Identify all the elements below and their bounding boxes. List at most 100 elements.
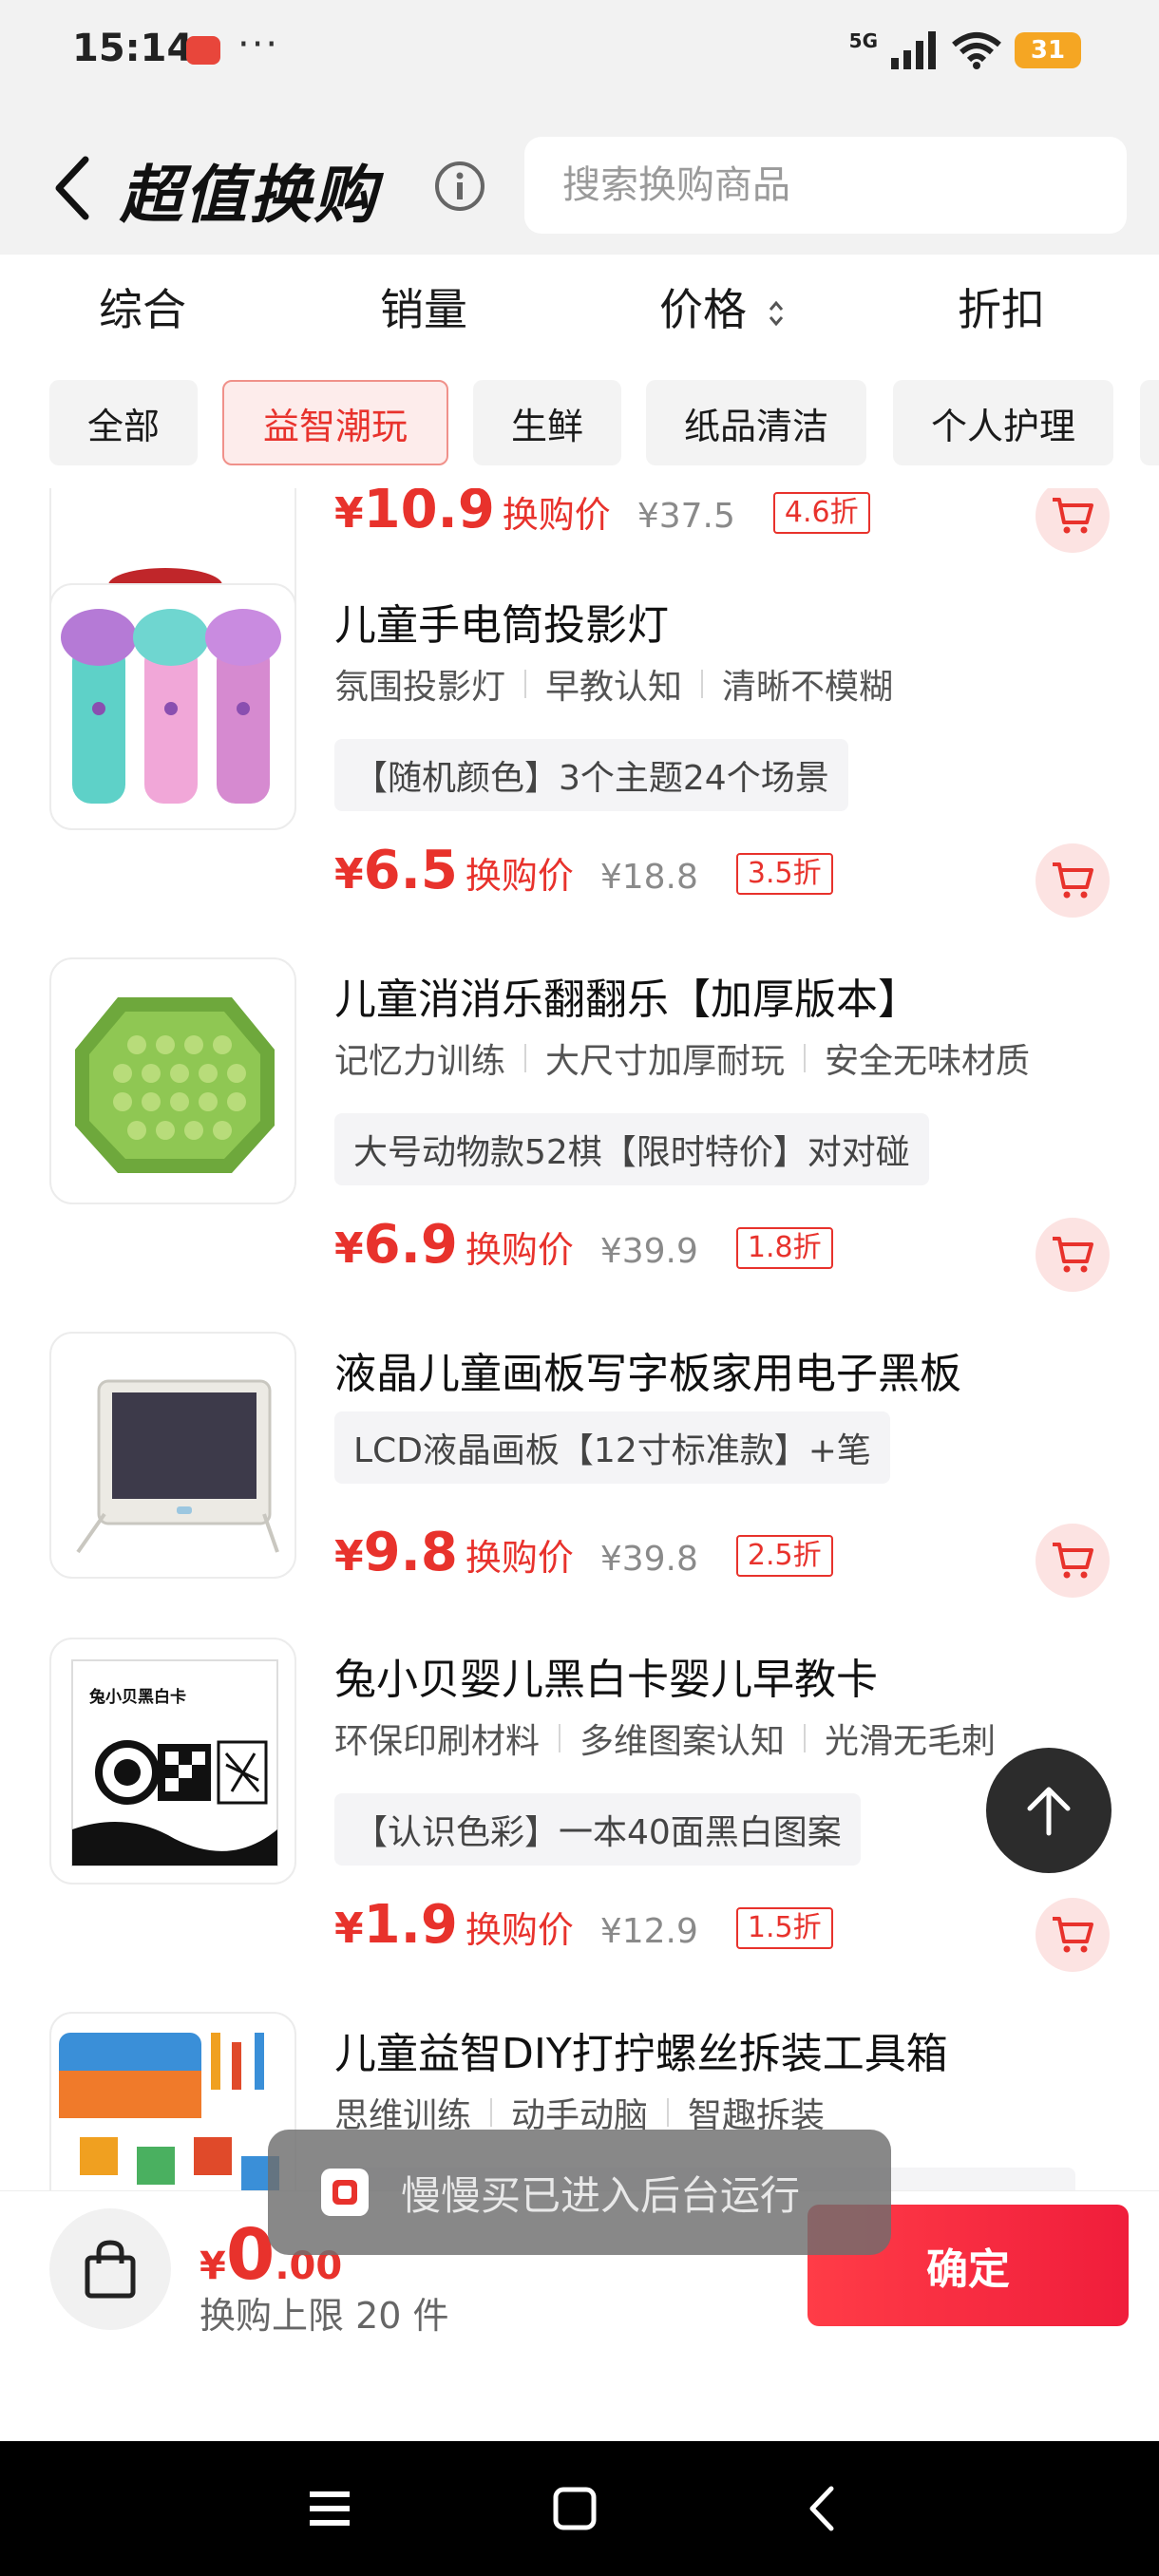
- status-icons: 5G 31: [849, 28, 1081, 72]
- price-currency: ¥: [334, 1904, 364, 1953]
- bag-button[interactable]: [49, 2208, 171, 2330]
- add-to-cart-button[interactable]: [1036, 1524, 1110, 1598]
- product-spec[interactable]: 【认识色彩】一本40面黑白图案: [334, 1793, 861, 1866]
- product-spec[interactable]: 【随机颜色】3个主题24个场景: [334, 739, 848, 811]
- battery-icon: 31: [1015, 32, 1081, 68]
- product-spec[interactable]: 大号动物款52棋【限时特价】对对碰: [334, 1113, 929, 1185]
- price-row: ¥ 9.8 换购价 ¥39.8 2.5折: [334, 1522, 833, 1588]
- product-tag: 大尺寸加厚耐玩: [545, 1042, 786, 1081]
- product-image: [49, 1332, 296, 1579]
- menu-button[interactable]: [296, 2475, 363, 2542]
- toast: 慢慢买已进入后台运行: [268, 2130, 891, 2255]
- product-image: [49, 2012, 296, 2190]
- price-value: 10.9: [363, 488, 495, 540]
- original-price: ¥39.9: [599, 1232, 698, 1271]
- total-currency: ¥: [200, 2245, 226, 2288]
- price-currency: ¥: [334, 489, 364, 538]
- search-input[interactable]: [524, 137, 1127, 234]
- sort-bar: 综合 销量 价格 折扣: [0, 255, 1159, 365]
- price-currency: ¥: [334, 1532, 364, 1581]
- product-name: 液晶儿童画板写字板家用电子黑板: [334, 1350, 961, 1398]
- add-to-cart-button[interactable]: [1036, 488, 1110, 553]
- toast-message: 慢慢买已进入后台运行: [401, 2171, 801, 2219]
- product-tag: 记忆力训练: [334, 1042, 506, 1081]
- sort-tab-discount[interactable]: 折扣: [958, 275, 1045, 338]
- product-spec[interactable]: LCD液晶画板【12寸标准款】+笔: [334, 1411, 890, 1484]
- price-value: 9.8: [363, 1522, 458, 1583]
- sort-tab-comprehensive[interactable]: 综合: [99, 275, 186, 338]
- product-tag: 早教认知: [545, 668, 683, 707]
- discount-badge: 2.5折: [735, 1535, 833, 1577]
- product-name: 儿童益智DIY打拧螺丝拆装工具箱: [334, 2030, 948, 2078]
- original-price: ¥12.9: [599, 1912, 698, 1951]
- signal-icon: [891, 31, 936, 69]
- more-notifications-icon: ···: [238, 23, 280, 66]
- original-price: ¥39.8: [599, 1540, 698, 1579]
- back-icon[interactable]: [48, 154, 101, 222]
- info-icon[interactable]: [433, 160, 486, 213]
- original-price: ¥18.8: [599, 858, 698, 897]
- category-chip-puzzle-toys[interactable]: 益智潮玩: [222, 380, 448, 465]
- network-type: 5G: [848, 29, 878, 52]
- category-chips: 全部 益智潮玩 生鲜 纸品清洁 个人护理: [0, 365, 1159, 488]
- price-currency: ¥: [334, 1224, 364, 1273]
- product-image: 兔小贝黑白卡: [49, 1638, 296, 1885]
- system-nav-bar: [0, 2441, 1159, 2576]
- purchase-limit: 换购上限 20 件: [200, 2295, 449, 2337]
- product-image: [49, 957, 296, 1204]
- nav-back-icon: [809, 2486, 834, 2531]
- product-tag: 多维图案认知: [580, 1722, 786, 1761]
- product-name: 儿童手电筒投影灯: [334, 601, 669, 650]
- product-name: 儿童消消乐翻翻乐【加厚版本】: [334, 975, 920, 1024]
- price-label: 换购价: [465, 1229, 574, 1271]
- product-tag: 环保印刷材料: [334, 1722, 541, 1761]
- product-tag: 光滑无毛刺: [825, 1722, 997, 1761]
- price-value: 6.5: [363, 840, 458, 901]
- page-title: 超值换购: [120, 159, 378, 232]
- sort-tab-sales[interactable]: 销量: [380, 275, 467, 338]
- price-label: 换购价: [465, 855, 574, 897]
- category-chip-all[interactable]: 全部: [49, 380, 198, 465]
- add-to-cart-button[interactable]: [1036, 843, 1110, 918]
- price-label: 换购价: [465, 1909, 574, 1951]
- cart-icon: [1053, 1917, 1093, 1953]
- product-name: 兔小贝婴儿黑白卡婴儿早教卡: [334, 1656, 878, 1704]
- add-to-cart-button[interactable]: [1036, 1898, 1110, 1972]
- sort-tab-price[interactable]: 价格: [659, 275, 786, 338]
- category-chip-personal-care[interactable]: 个人护理: [893, 380, 1113, 465]
- home-icon: [553, 2487, 597, 2530]
- product-tag: 清晰不模糊: [722, 668, 894, 707]
- home-button[interactable]: [542, 2475, 608, 2542]
- price-row: ¥ 10.9 换购价 ¥37.5 4.6折: [334, 488, 870, 545]
- sort-arrows-icon: [769, 300, 783, 326]
- original-price: ¥37.5: [636, 497, 735, 536]
- price-value: 1.9: [363, 1894, 458, 1956]
- cart-icon: [1053, 1543, 1093, 1579]
- add-to-cart-button[interactable]: [1036, 1218, 1110, 1292]
- shopping-bag-icon: [85, 2240, 136, 2299]
- scroll-to-top-button[interactable]: [986, 1748, 1112, 1873]
- price-row: ¥ 1.9 换购价 ¥12.9 1.5折: [334, 1894, 833, 1960]
- header: 超值换购: [0, 104, 1159, 255]
- discount-badge: 3.5折: [735, 853, 833, 895]
- app-icon: [321, 2169, 369, 2216]
- product-tags: 氛围投影灯 早教认知 清晰不模糊: [334, 659, 893, 709]
- cart-icon: [1053, 1237, 1093, 1273]
- product-image: [49, 583, 296, 830]
- price-label: 换购价: [502, 494, 611, 536]
- nav-back-button[interactable]: [788, 2475, 855, 2542]
- cart-icon: [1053, 862, 1093, 899]
- category-chip-paper-cleaning[interactable]: 纸品清洁: [646, 380, 866, 465]
- product-list[interactable]: ¥ 10.9 换购价 ¥37.5 4.6折 儿童手电筒投影灯 氛围投影灯 早教认…: [0, 488, 1159, 2190]
- category-chip-fresh[interactable]: 生鲜: [473, 380, 621, 465]
- cart-icon: [1053, 498, 1093, 534]
- status-time: 15:14: [72, 27, 194, 70]
- price-row: ¥ 6.5 换购价 ¥18.8 3.5折: [334, 840, 833, 906]
- status-bar: 15:14 ··· 5G 31: [0, 0, 1159, 104]
- arrow-up-icon: [1027, 1787, 1071, 1836]
- price-label: 换购价: [465, 1537, 574, 1579]
- product-tags: 环保印刷材料 多维图案认知 光滑无毛刺: [334, 1714, 996, 1763]
- category-chip-more[interactable]: [1140, 380, 1159, 465]
- menu-icon: [310, 2491, 350, 2526]
- price-row: ¥ 6.9 换购价 ¥39.9 1.8折: [334, 1214, 833, 1280]
